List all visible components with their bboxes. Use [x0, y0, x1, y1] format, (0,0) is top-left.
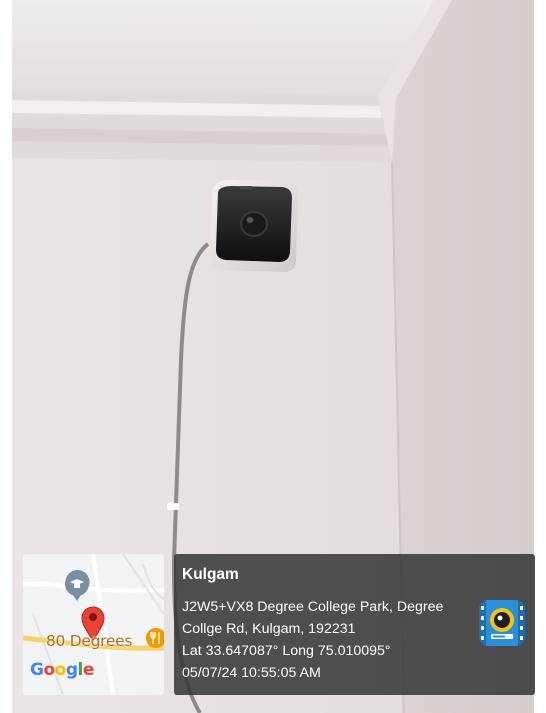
cable-clip [167, 503, 179, 510]
coordinates: Lat 33.647087° Long 75.010095° [182, 643, 391, 659]
timestamp: 05/07/24 10:55:05 AM [182, 665, 321, 681]
address-line-1: J2W5+VX8 Degree College Park, Degree [182, 599, 444, 615]
crown-molding [12, 90, 392, 162]
google-logo: Google [30, 660, 94, 680]
map-place-label: 80 Degrees [46, 632, 133, 650]
geotag-info-panel: Kulgam J2W5+VX8 Degree College Park, Deg… [174, 554, 535, 695]
ceiling [12, 0, 434, 96]
gps-camera-app-icon [479, 600, 525, 646]
address-line-2: Collge Rd, Kulgam, 192231 [182, 621, 356, 637]
location-title: Kulgam [182, 566, 239, 583]
security-camera [210, 180, 298, 272]
map-thumbnail: 80 Degrees Google [23, 554, 164, 695]
photo: 80 Degrees Google Kulgam J2W5+VX8 Degree… [0, 0, 546, 713]
